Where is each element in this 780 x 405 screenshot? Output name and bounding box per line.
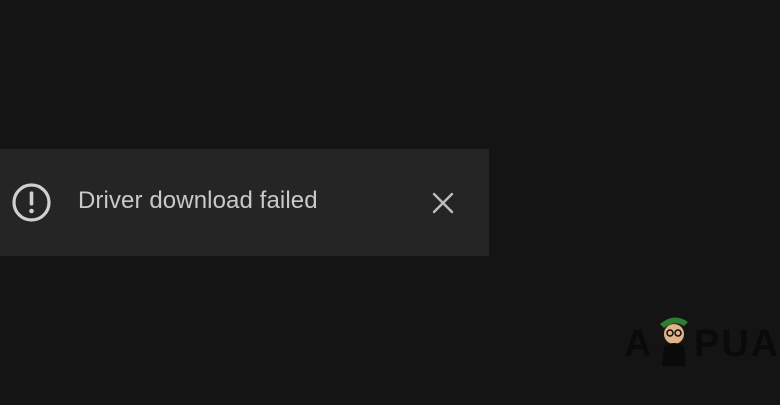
appuals-mascot-icon <box>660 317 688 366</box>
watermark-text-right: PUA <box>694 323 780 365</box>
close-icon <box>432 192 454 214</box>
notification-message: Driver download failed <box>78 187 318 214</box>
alert-circle-icon <box>12 183 51 222</box>
desktop-background: Driver download failed A PUA <box>0 0 780 405</box>
notification-toast: Driver download failed <box>0 149 489 256</box>
watermark-text-left: A <box>624 323 654 365</box>
close-button[interactable] <box>426 186 460 220</box>
appuals-watermark: A PUA <box>624 310 780 370</box>
